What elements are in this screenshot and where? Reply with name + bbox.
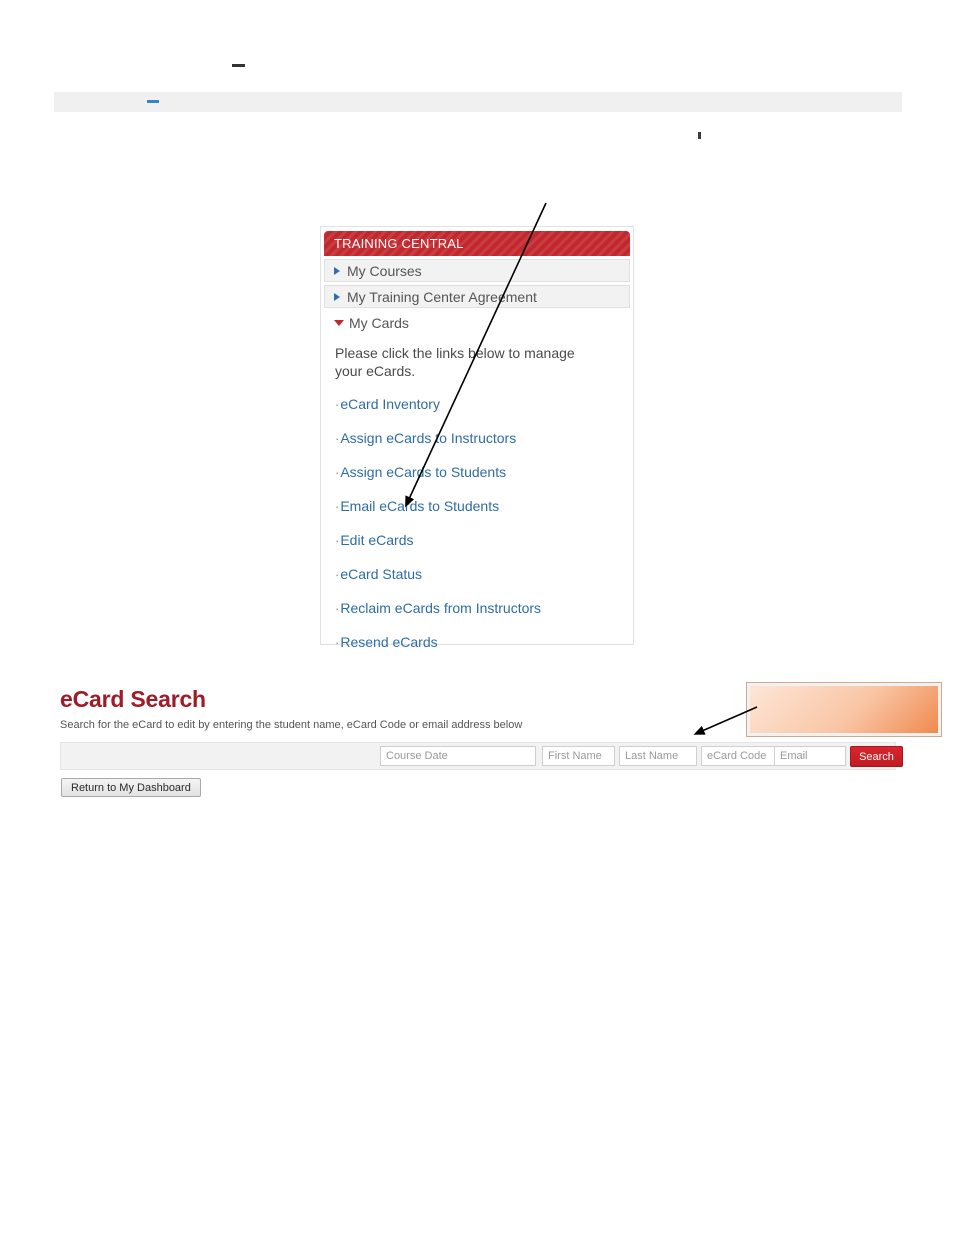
- triangle-right-icon: [334, 293, 340, 302]
- link-resend-ecards[interactable]: ·Resend eCards: [335, 634, 633, 650]
- ecard-code-input[interactable]: [701, 746, 780, 766]
- link-label: eCard Status: [340, 566, 423, 582]
- email-input[interactable]: [774, 746, 846, 766]
- triangle-right-icon: [334, 267, 340, 276]
- link-label: Email eCards to Students: [340, 498, 500, 514]
- bullet-icon: ·: [335, 499, 340, 514]
- search-button[interactable]: Search: [850, 746, 903, 767]
- bullet-icon: ·: [335, 465, 340, 480]
- top-gray-band: [54, 92, 902, 112]
- panel-intro-text: Please click the links below to manage y…: [335, 345, 575, 379]
- bullet-icon: ·: [335, 431, 340, 446]
- accordion-item-label: My Courses: [347, 263, 422, 279]
- link-label: Assign eCards to Students: [340, 464, 507, 480]
- link-label: Edit eCards: [340, 532, 414, 548]
- link-label: eCard Inventory: [340, 396, 440, 412]
- top-dark-dash-fragment: [232, 64, 245, 67]
- accordion-item-label: My Cards: [349, 315, 409, 331]
- accordion-item-my-courses[interactable]: My Courses: [324, 259, 630, 282]
- last-name-input[interactable]: [619, 746, 697, 766]
- link-label: Assign eCards to Instructors: [340, 430, 517, 446]
- bullet-icon: ·: [335, 397, 340, 412]
- triangle-down-icon: [334, 320, 344, 327]
- link-label: Reclaim eCards from Instructors: [340, 600, 542, 616]
- training-central-header: TRAINING CENTRAL: [324, 231, 630, 256]
- link-assign-ecards-to-students[interactable]: ·Assign eCards to Students: [335, 464, 633, 480]
- link-email-ecards-to-students[interactable]: ·Email eCards to Students: [335, 498, 633, 514]
- card-links-list: ·eCard Inventory ·Assign eCards to Instr…: [321, 380, 633, 650]
- bullet-icon: ·: [335, 601, 340, 616]
- training-central-panel: TRAINING CENTRAL My Courses My Training …: [320, 226, 634, 650]
- link-label: Resend eCards: [340, 634, 438, 650]
- bullet-icon: ·: [335, 533, 340, 548]
- accordion-item-my-training-center-agreement[interactable]: My Training Center Agreement: [324, 285, 630, 308]
- top-blue-dash-fragment: [147, 100, 159, 103]
- bullet-icon: ·: [335, 567, 340, 582]
- first-name-input[interactable]: [542, 746, 615, 766]
- link-reclaim-ecards-from-instructors[interactable]: ·Reclaim eCards from Instructors: [335, 600, 633, 616]
- bullet-icon: ·: [335, 635, 340, 650]
- link-edit-ecards[interactable]: ·Edit eCards: [335, 532, 633, 548]
- link-ecard-inventory[interactable]: ·eCard Inventory: [335, 396, 633, 412]
- link-assign-ecards-to-instructors[interactable]: ·Assign eCards to Instructors: [335, 430, 633, 446]
- return-to-dashboard-button[interactable]: Return to My Dashboard: [61, 778, 201, 797]
- link-ecard-status[interactable]: ·eCard Status: [335, 566, 633, 582]
- accordion-item-my-cards[interactable]: My Cards: [324, 311, 630, 334]
- top-comma-mark-fragment: [698, 132, 701, 139]
- course-date-input[interactable]: [380, 746, 536, 766]
- orange-callout-box: [746, 682, 942, 737]
- orange-callout-inner: [750, 686, 938, 733]
- search-filter-bar: Search: [60, 742, 903, 770]
- accordion-item-label: My Training Center Agreement: [347, 289, 537, 305]
